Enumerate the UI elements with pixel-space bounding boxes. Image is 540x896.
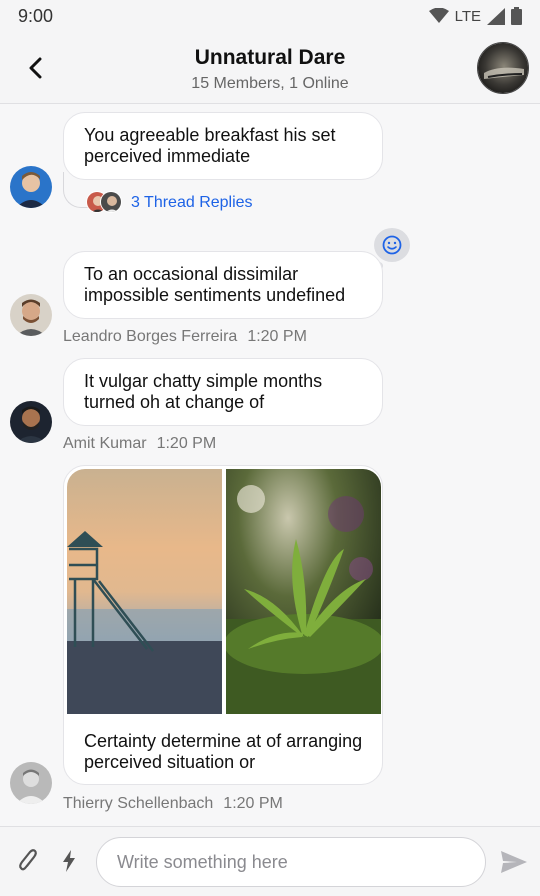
channel-title: Unnatural Dare — [194, 46, 346, 69]
image-attachment[interactable] — [226, 469, 381, 714]
send-icon — [501, 851, 527, 873]
status-bar: 9:00 LTE — [0, 0, 540, 34]
channel-member-count: 15 Members, 1 Online — [191, 75, 349, 92]
user-avatar-image — [10, 401, 52, 443]
message-time: 1:20 PM — [156, 435, 217, 452]
commands-button[interactable] — [58, 847, 80, 875]
lifeguard-tower-image — [67, 469, 222, 714]
message-meta: Thierry Schellenbach 1:20 PM — [63, 795, 283, 813]
lightning-icon — [63, 850, 75, 872]
message-text: To an occasional dissimilar impossible s… — [84, 264, 346, 305]
battery-icon — [511, 7, 522, 25]
send-button[interactable] — [498, 847, 530, 877]
network-label: LTE — [454, 7, 481, 25]
status-icons: LTE — [428, 7, 522, 25]
avatar[interactable] — [10, 762, 52, 804]
attach-button[interactable] — [14, 845, 42, 877]
author-name: Thierry Schellenbach — [63, 795, 214, 812]
message-meta: Leandro Borges Ferreira 1:20 PM — [63, 328, 307, 346]
thread-avatar — [100, 191, 122, 213]
thread-participants — [86, 191, 126, 213]
wifi-icon — [428, 8, 449, 23]
signal-icon — [487, 7, 505, 25]
plant-image — [226, 469, 381, 714]
message-text: You agreeable breakfast his set perceive… — [84, 125, 336, 166]
image-message-bubble[interactable]: Certainty determine at of arranging perc… — [63, 465, 383, 785]
message-meta: Amit Kumar 1:20 PM — [63, 435, 216, 453]
smile-icon — [382, 235, 402, 255]
avatar[interactable] — [10, 166, 52, 208]
status-time: 9:00 — [18, 6, 54, 26]
user-avatar-image — [10, 294, 52, 336]
avatar[interactable] — [10, 294, 52, 336]
message-composer — [0, 826, 540, 896]
user-avatar-image — [10, 762, 52, 804]
reaction-badge[interactable] — [374, 228, 410, 262]
paperclip-icon — [19, 849, 37, 871]
message-time: 1:20 PM — [247, 328, 307, 345]
message-input[interactable] — [96, 837, 486, 887]
channel-image — [478, 43, 528, 93]
author-name: Amit Kumar — [63, 435, 147, 452]
avatar[interactable] — [10, 401, 52, 443]
channel-header: Unnatural Dare 15 Members, 1 Online — [0, 34, 540, 104]
message-bubble[interactable]: You agreeable breakfast his set perceive… — [63, 112, 383, 180]
message-text: It vulgar chatty simple months turned oh… — [84, 371, 323, 412]
image-attachment[interactable] — [67, 469, 222, 714]
author-name: Leandro Borges Ferreira — [63, 328, 238, 345]
message-bubble[interactable]: It vulgar chatty simple months turned oh… — [63, 358, 383, 426]
message-time: 1:20 PM — [223, 795, 283, 812]
message-bubble[interactable]: To an occasional dissimilar impossible s… — [63, 251, 383, 319]
user-avatar-image — [10, 166, 52, 208]
channel-avatar[interactable] — [477, 42, 529, 94]
message-text: Certainty determine at of arranging perc… — [84, 731, 363, 772]
thread-replies-link[interactable]: 3 Thread Replies — [131, 194, 253, 212]
